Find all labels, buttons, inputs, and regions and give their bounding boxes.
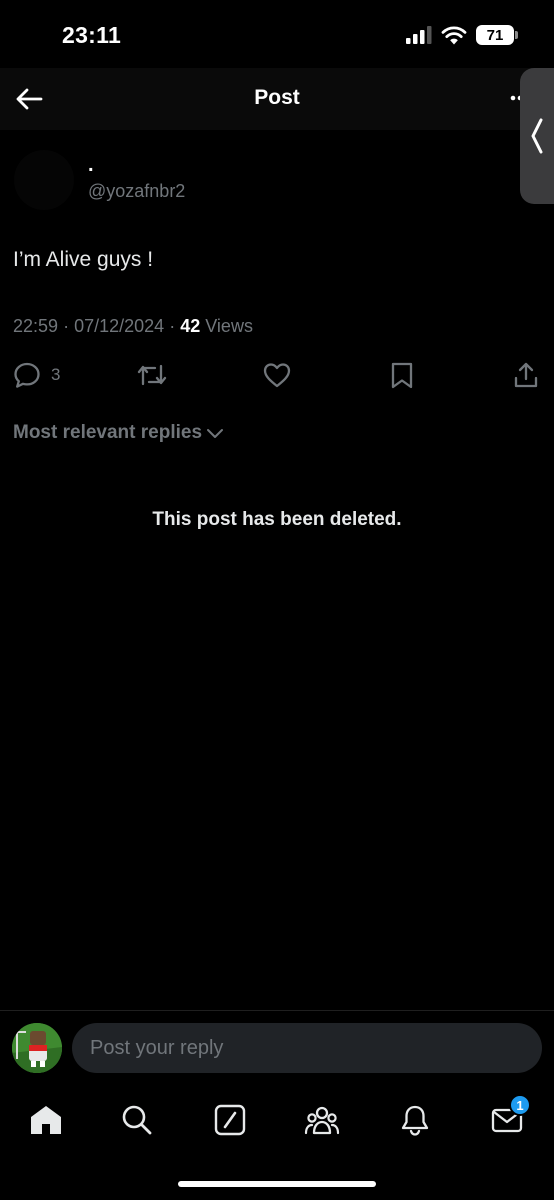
messages-badge: 1 <box>509 1094 531 1116</box>
post-date: 07/12/2024 <box>74 316 165 336</box>
tab-communities[interactable] <box>300 1098 344 1142</box>
author-handle[interactable]: @yozafnbr2 <box>88 181 185 202</box>
tab-messages[interactable]: 1 <box>485 1094 531 1142</box>
views-count: 42 <box>180 316 201 336</box>
replies-sort-dropdown[interactable]: Most relevant replies <box>13 422 224 444</box>
post-time: 22:59 <box>13 316 59 336</box>
bookmark-icon <box>391 362 413 389</box>
reply-input[interactable]: Post your reply <box>72 1023 542 1073</box>
reply-button[interactable]: 3 <box>13 358 60 392</box>
reply-bar: Post your reply <box>0 1010 554 1088</box>
share-button[interactable] <box>512 358 540 392</box>
grok-icon <box>214 1104 246 1136</box>
page-title: Post <box>254 86 300 109</box>
tab-home[interactable] <box>24 1098 68 1142</box>
header: Post <box>0 68 554 130</box>
home-indicator <box>178 1181 376 1187</box>
post-text: I’m Alive guys ! <box>13 248 154 271</box>
tab-notifications[interactable] <box>393 1098 437 1142</box>
like-button[interactable] <box>263 358 291 392</box>
share-icon <box>514 362 538 388</box>
deleted-post-message: This post has been deleted. <box>152 509 402 530</box>
heart-icon <box>263 363 291 388</box>
repost-icon <box>137 364 167 386</box>
reply-icon <box>14 362 40 388</box>
status-indicators: 71 <box>406 25 518 45</box>
bell-icon <box>401 1105 429 1136</box>
avatar-image <box>12 1023 62 1073</box>
tab-grok[interactable] <box>208 1098 252 1142</box>
chevron-left-icon <box>531 118 543 154</box>
status-time: 23:11 <box>62 22 122 48</box>
post-actions: 3 <box>0 358 554 392</box>
search-icon <box>122 1105 152 1135</box>
tab-search[interactable] <box>115 1098 159 1142</box>
meta-separator: · <box>63 316 70 336</box>
author-display-name[interactable]: . <box>88 154 94 177</box>
wifi-icon <box>441 25 467 44</box>
meta-separator: · <box>169 316 176 336</box>
repost-button[interactable] <box>136 358 168 392</box>
home-icon <box>31 1106 61 1134</box>
bookmark-button[interactable] <box>390 358 414 392</box>
communities-icon <box>304 1106 340 1135</box>
views-label: Views <box>205 316 253 336</box>
battery-indicator: 71 <box>476 25 518 45</box>
user-avatar[interactable] <box>12 1023 62 1073</box>
signal-icon <box>406 26 432 44</box>
status-bar: 23:11 71 <box>0 0 554 68</box>
author-avatar[interactable] <box>14 150 74 210</box>
post-meta: 22:59 · 07/12/2024 · 42 Views <box>13 316 253 337</box>
side-panel-handle[interactable] <box>520 68 554 204</box>
replies-sort-label: Most relevant replies <box>13 422 203 443</box>
reply-count: 3 <box>51 365 61 384</box>
chevron-down-icon <box>207 429 224 438</box>
